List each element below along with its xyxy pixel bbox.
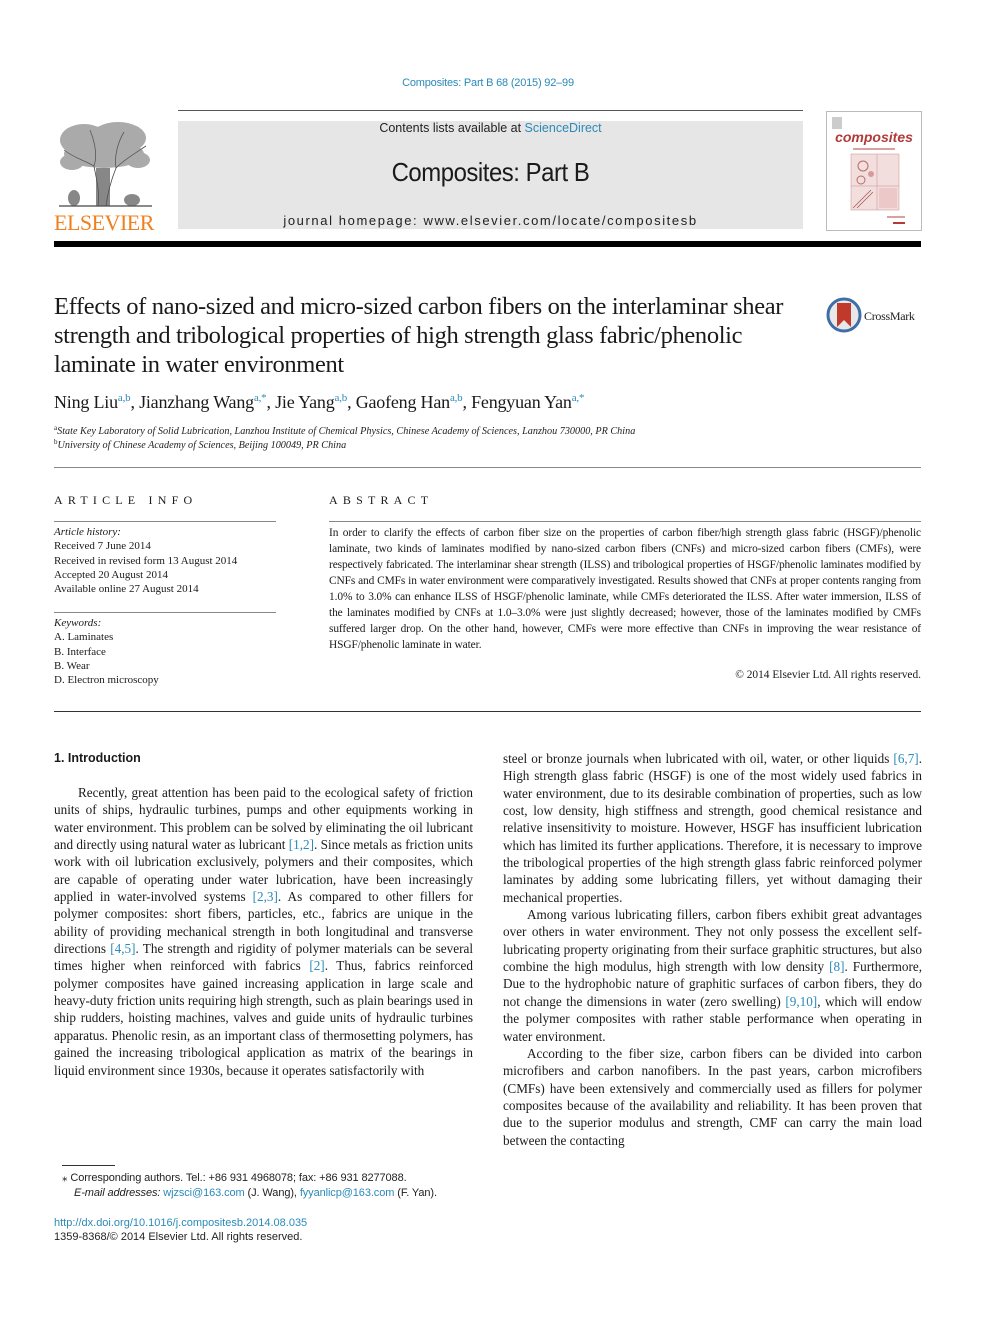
citation-link[interactable]: [2] [309,958,324,973]
divider [54,467,921,468]
abstract-copyright: © 2014 Elsevier Ltd. All rights reserved… [735,669,921,681]
header-top-rule [178,110,803,111]
history-label: Article history: [54,526,121,538]
citation-link[interactable]: [1,2] [289,837,314,852]
affiliation: bUniversity of Chinese Academy of Scienc… [54,438,347,451]
keyword: B. Interface [54,645,106,658]
elsevier-wordmark: ELSEVIER [54,210,154,235]
contents-line: Contents lists available at ScienceDirec… [178,121,803,135]
article-title: Effects of nano-sized and micro-sized ca… [54,293,784,378]
journal-cover-thumbnail[interactable]: composites [826,111,922,231]
article-history: Article history: Received 7 June 2014 Re… [54,525,237,596]
author[interactable]: Jianzhang Wanga,* [139,392,267,412]
email-link[interactable]: wjzsci@163.com [163,1187,244,1199]
right-paragraphs: steel or bronze journals when lubricated… [503,750,922,1149]
journal-reference-link[interactable]: Composites: Part B 68 (2015) 92–99 [0,77,976,89]
homepage-link[interactable]: www.elsevier.com/locate/compositesb [423,213,697,228]
divider [329,521,921,522]
history-item: Received in revised form 13 August 2014 [54,554,238,567]
sciencedirect-link[interactable]: ScienceDirect [525,121,602,135]
article-info-heading: ARTICLE INFO [54,493,198,507]
affiliation: aState Key Laboratory of Solid Lubricati… [54,424,636,437]
journal-homepage: journal homepage: www.elsevier.com/locat… [178,213,803,228]
email-note: E-mail addresses: wjzsci@163.com (J. Wan… [74,1187,437,1199]
citation-link[interactable]: [6,7] [893,751,918,766]
citation-link[interactable]: [9,10] [785,994,817,1009]
divider [54,711,921,712]
author[interactable]: Gaofeng Hana,b [356,392,463,412]
crossmark-icon [826,297,862,333]
author-list: Ning Liua,b, Jianzhang Wanga,*, Jie Yang… [54,392,585,412]
history-item: Accepted 20 August 2014 [54,568,168,581]
author[interactable]: Ning Liua,b [54,392,131,412]
issn-copyright: 1359-8368/© 2014 Elsevier Ltd. All right… [54,1231,303,1243]
doi-link[interactable]: http://dx.doi.org/10.1016/j.compositesb.… [54,1217,307,1229]
body-column-right: steel or bronze journals when lubricated… [503,750,922,1149]
keyword: D. Electron microscopy [54,674,159,687]
keyword: A. Laminates [54,631,114,644]
author[interactable]: Fengyuan Yana,* [471,392,584,412]
left-paragraphs: Recently, great attention has been paid … [54,784,473,1079]
body-paragraph: According to the fiber size, carbon fibe… [503,1045,922,1148]
crossmark-button[interactable]: CrossMark [826,297,926,335]
abstract-text: In order to clarify the effects of carbo… [329,527,921,651]
history-item: Received 7 June 2014 [54,540,151,553]
contents-prefix: Contents lists available at [379,121,525,135]
header-thick-rule [54,241,921,247]
divider [54,612,276,613]
citation-link[interactable]: [8] [829,959,844,974]
divider [54,521,276,522]
homepage-prefix: journal homepage: [283,213,424,228]
keywords: Keywords: A. Laminates B. Interface B. W… [54,616,159,687]
body-paragraph: Among various lubricating fillers, carbo… [503,907,922,1044]
section-heading: 1. Introduction [54,751,141,765]
author[interactable]: Jie Yanga,b [275,392,347,412]
body-paragraph: steel or bronze journals when lubricated… [503,751,922,905]
corresponding-author-note: ⁎ Corresponding authors. Tel.: +86 931 4… [62,1172,407,1184]
crossmark-label: CrossMark [864,309,915,323]
journal-masthead: Contents lists available at ScienceDirec… [178,121,803,229]
journal-cover-icon: composites [832,117,913,224]
email-owner: (F. Yan). [394,1187,437,1199]
body-paragraph: Recently, great attention has been paid … [54,785,473,1078]
tree-icon [59,122,152,207]
email-owner: (J. Wang), [244,1187,300,1199]
footnote-rule [62,1165,115,1166]
abstract-heading: ABSTRACT [329,493,434,507]
history-item: Available online 27 August 2014 [54,583,199,596]
journal-title: Composites: Part B [391,157,590,187]
keyword: B. Wear [54,659,90,672]
citation-link[interactable]: [2,3] [253,889,278,904]
body-column-left: 1. Introduction Recently, great attentio… [54,750,473,1079]
keywords-label: Keywords: [54,617,102,629]
email-label: E-mail addresses: [74,1187,164,1199]
citation-link[interactable]: [4,5] [110,941,135,956]
svg-text:composites: composites [835,129,913,145]
email-link[interactable]: fyyanlicp@163.com [300,1187,395,1199]
